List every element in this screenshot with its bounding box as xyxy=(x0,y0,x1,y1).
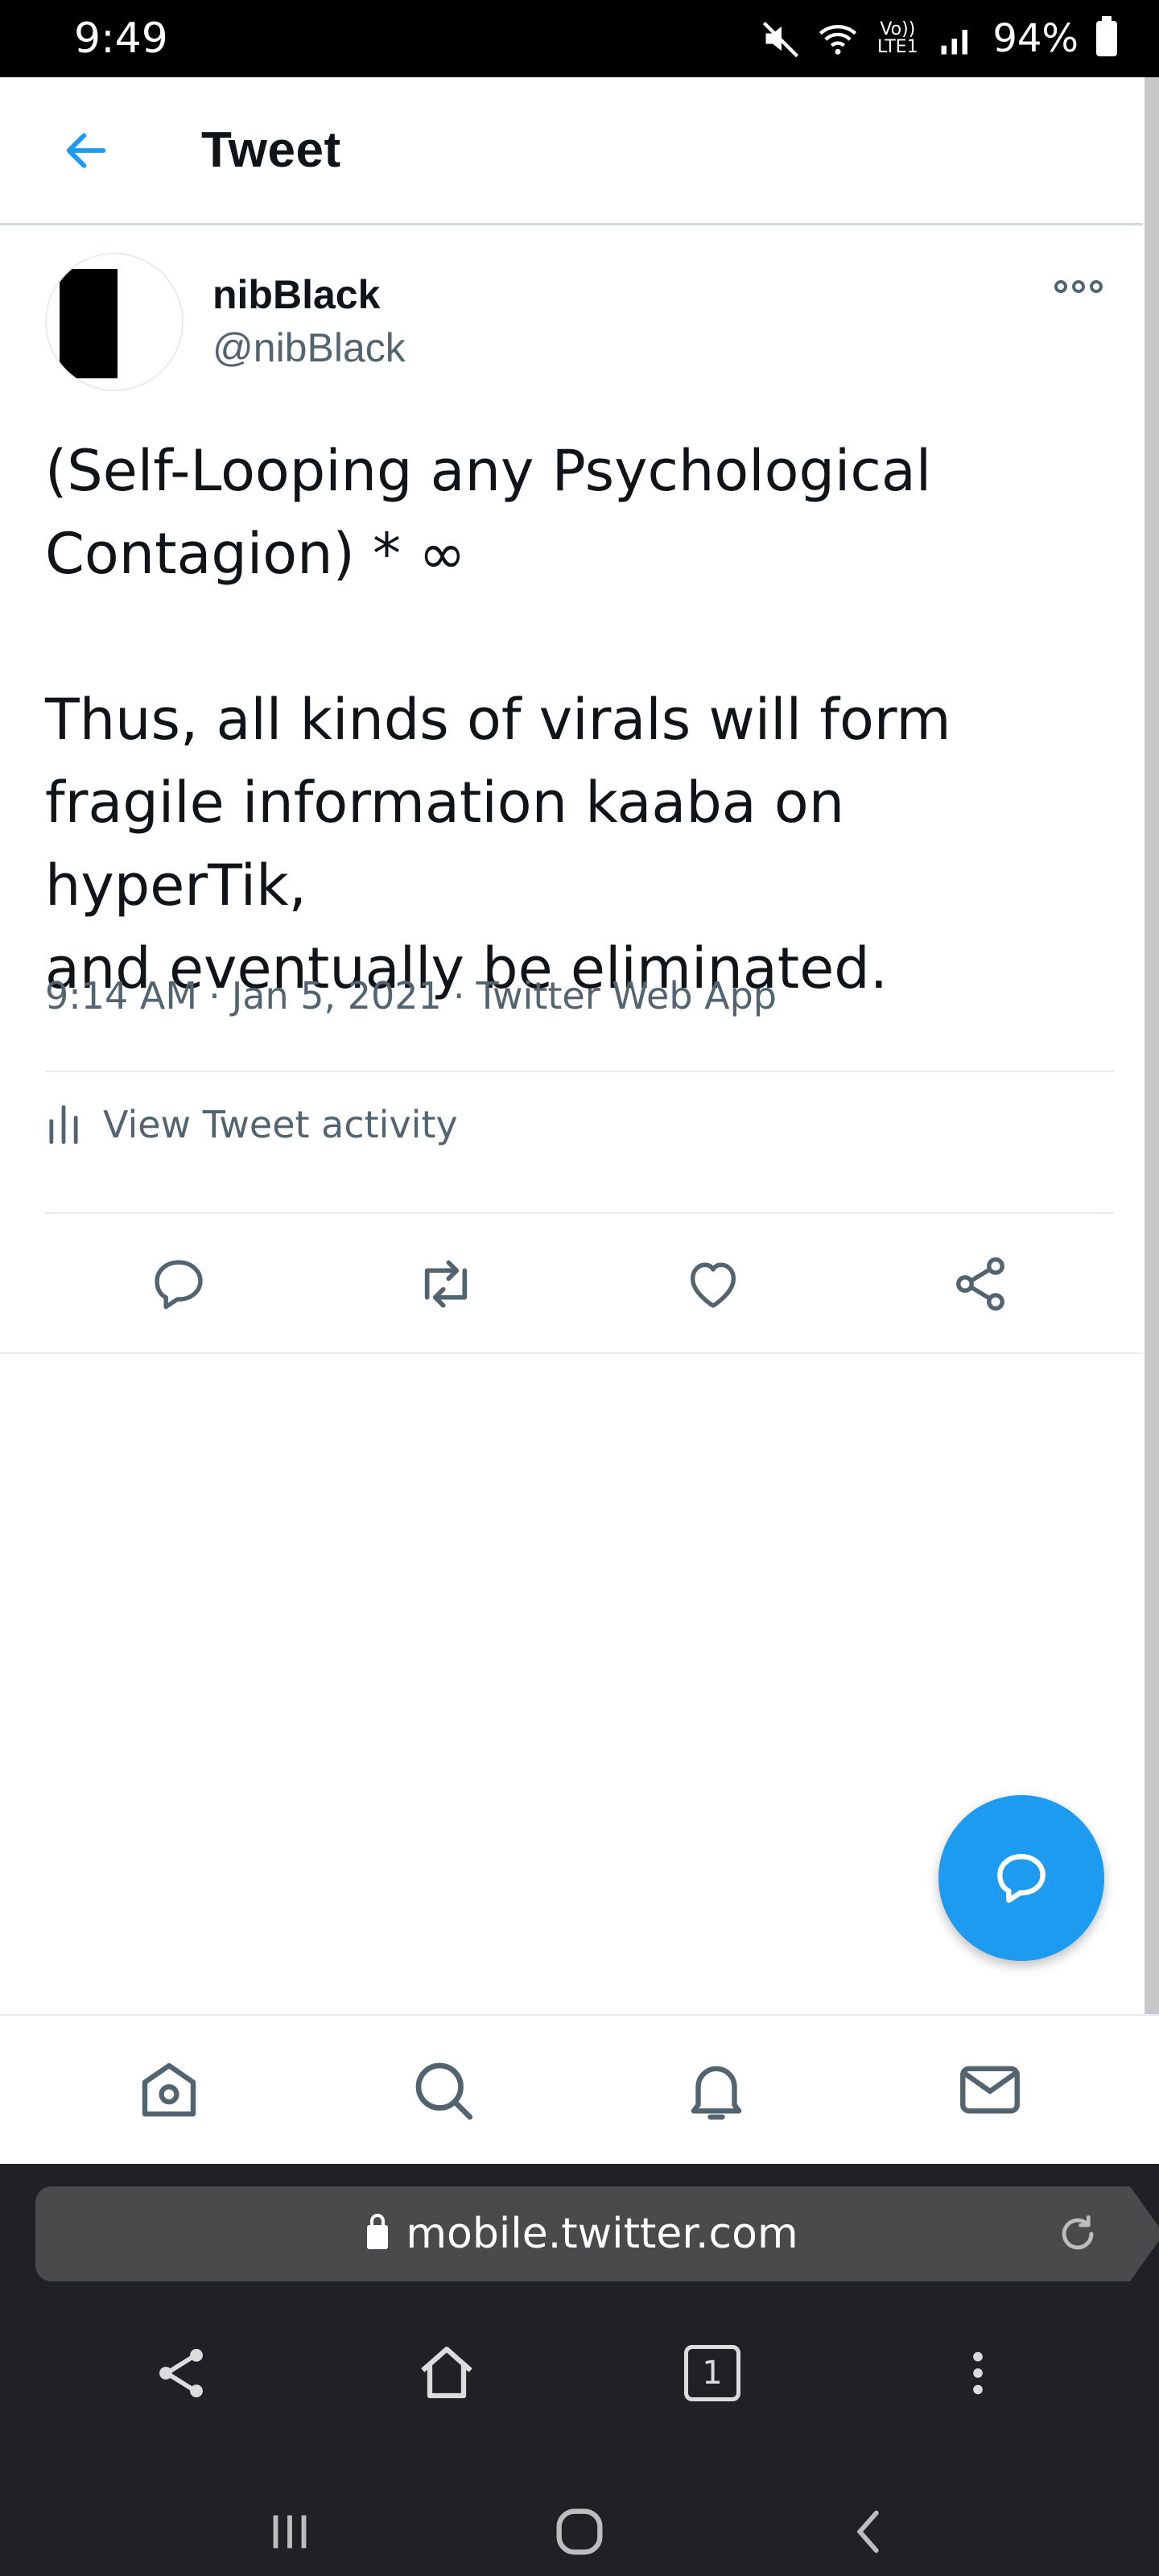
like-button[interactable] xyxy=(669,1240,757,1328)
share-icon xyxy=(159,2348,203,2398)
browser-tabs-button[interactable]: 1 xyxy=(664,2325,761,2421)
avatar[interactable] xyxy=(45,253,184,391)
nav-messages[interactable] xyxy=(942,2041,1038,2138)
tweet-source[interactable]: Twitter Web App xyxy=(476,974,777,1018)
browser-menu-button[interactable] xyxy=(930,2325,1026,2421)
retweet-icon xyxy=(424,1260,468,1308)
nav-search[interactable] xyxy=(394,2041,491,2138)
more-options-button[interactable] xyxy=(1054,280,1103,293)
tweet-line: (Self-Looping any Psychological xyxy=(45,438,932,504)
author-names: nibBlack @nibBlack xyxy=(212,269,406,376)
browser-home-button[interactable] xyxy=(398,2325,495,2421)
browser-chrome: mobile.twitter.com 1 xyxy=(0,2164,1159,2576)
retweet-button[interactable] xyxy=(402,1240,490,1328)
battery-percent: 94% xyxy=(992,16,1079,61)
more-dot-icon xyxy=(1072,280,1085,293)
handle[interactable]: @nibBlack xyxy=(212,321,406,376)
recent-apps-button[interactable] xyxy=(241,2491,338,2572)
arrow-left-icon xyxy=(66,132,106,168)
chevron-left-icon xyxy=(856,2510,879,2553)
reply-button[interactable] xyxy=(134,1240,223,1328)
compose-reply-button[interactable] xyxy=(938,1795,1104,1961)
messages-icon xyxy=(960,2066,1020,2114)
tweet-line: fragile information kaaba on hyperTik, xyxy=(45,770,845,919)
scrollbar[interactable] xyxy=(1145,77,1159,2041)
status-bar: 9:49 Vo)) LTE1 94% xyxy=(0,0,1159,77)
app-header: Tweet xyxy=(0,77,1143,225)
reply-icon xyxy=(155,1260,203,1310)
home-icon xyxy=(142,2062,196,2117)
display-name[interactable]: nibBlack xyxy=(212,269,406,321)
meta-separator: · xyxy=(208,974,221,1018)
reply-icon xyxy=(997,1854,1046,1903)
battery-icon xyxy=(1096,16,1117,56)
wifi-icon xyxy=(819,25,857,55)
analytics-icon xyxy=(49,1104,78,1145)
tweet-author[interactable]: nibBlack @nibBlack xyxy=(45,253,406,391)
divider xyxy=(0,1352,1143,1354)
divider xyxy=(45,1071,1114,1072)
tweet-line: Thus, all kinds of virals will form xyxy=(45,687,951,753)
more-vertical-icon xyxy=(973,2351,983,2395)
tweet-date: Jan 5, 2021 xyxy=(231,974,442,1018)
tweet-line: Contagion) * ∞ xyxy=(45,521,466,587)
more-dot-icon xyxy=(1090,280,1103,293)
home-icon xyxy=(421,2347,472,2399)
back-button[interactable] xyxy=(42,106,130,195)
mute-icon xyxy=(763,21,799,58)
share-icon xyxy=(956,1257,1004,1311)
system-nav xyxy=(0,2487,1159,2576)
nav-home[interactable] xyxy=(121,2041,217,2138)
reload-icon[interactable] xyxy=(1054,2211,1101,2257)
like-icon xyxy=(690,1262,736,1308)
tweet-time: 9:14 AM xyxy=(45,974,198,1018)
meta-separator: · xyxy=(452,974,465,1018)
share-button[interactable] xyxy=(936,1240,1025,1328)
system-back-button[interactable] xyxy=(821,2491,918,2572)
search-icon xyxy=(415,2062,473,2120)
browser-toolbar: 1 xyxy=(0,2317,1159,2429)
divider xyxy=(45,1212,1114,1214)
recents-icon xyxy=(273,2515,307,2549)
lock-icon xyxy=(367,2214,389,2249)
lte-label: Vo)) LTE1 xyxy=(877,19,918,57)
tweet-text: (Self-Looping any Psychological Contagio… xyxy=(45,430,1124,1010)
activity-label: View Tweet activity xyxy=(103,1103,458,1146)
home-circle-icon xyxy=(556,2508,603,2555)
url-bar[interactable]: mobile.twitter.com xyxy=(35,2186,1159,2281)
status-icons: Vo)) LTE1 94% xyxy=(761,16,1117,61)
signal-icon xyxy=(941,30,968,55)
url-text: mobile.twitter.com xyxy=(406,2210,798,2258)
page-title: Tweet xyxy=(201,122,341,178)
status-time: 9:49 xyxy=(74,14,168,63)
bottom-nav xyxy=(0,2014,1159,2164)
system-home-button[interactable] xyxy=(531,2491,628,2572)
tweet-actions xyxy=(45,1232,1114,1336)
more-dot-icon xyxy=(1054,280,1067,293)
tweet-meta: 9:14 AM · Jan 5, 2021 · Twitter Web App xyxy=(45,974,777,1018)
tab-count: 1 xyxy=(684,2345,740,2401)
nav-notifications[interactable] xyxy=(668,2041,765,2138)
notifications-icon xyxy=(691,2066,742,2120)
browser-share-button[interactable] xyxy=(133,2325,229,2421)
view-tweet-activity[interactable]: View Tweet activity xyxy=(45,1103,458,1146)
